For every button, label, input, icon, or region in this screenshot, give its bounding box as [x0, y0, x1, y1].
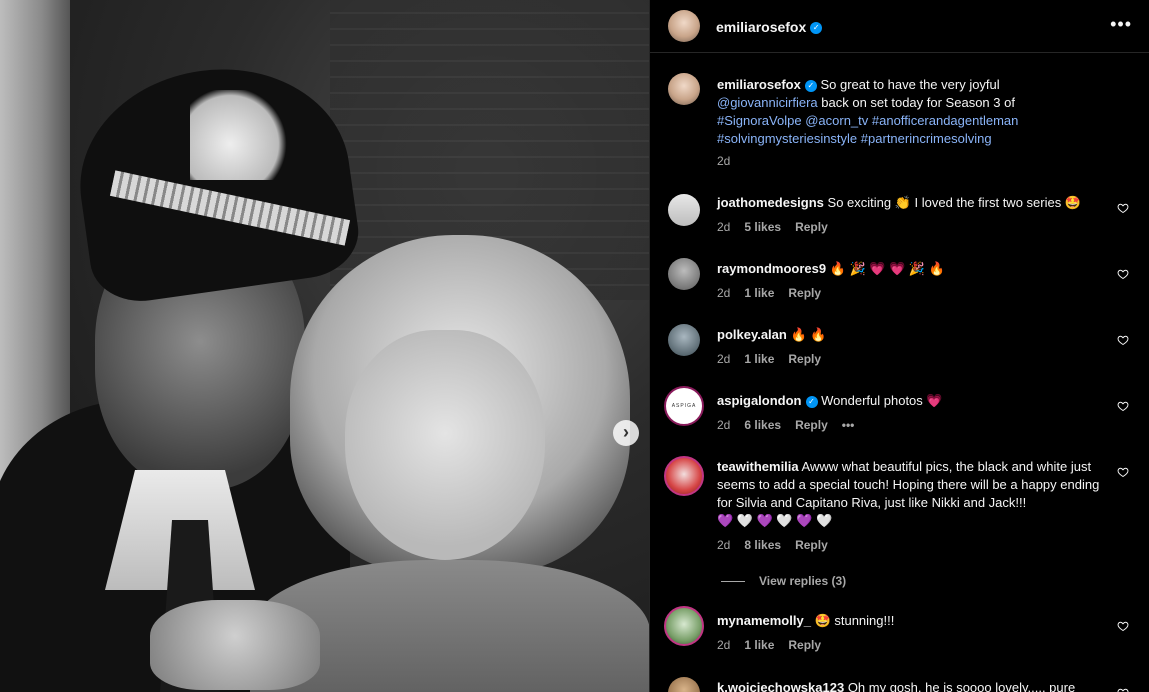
- heart-outline-icon[interactable]: [1117, 466, 1129, 478]
- comment-meta: 2d 6 likes Reply •••: [717, 418, 868, 432]
- caption-text: So great to have the very joyful: [820, 77, 1000, 92]
- heart-outline-icon[interactable]: [1117, 334, 1129, 346]
- comment-username[interactable]: aspigalondon: [717, 393, 802, 408]
- comment-username[interactable]: joathomedesigns: [717, 195, 824, 210]
- caption-text: back on set today for Season 3 of: [821, 95, 1015, 110]
- likes-count[interactable]: 1 like: [744, 638, 774, 652]
- post-header: emiliarosefox ✓ •••: [650, 0, 1149, 53]
- likes-count[interactable]: 1 like: [744, 352, 774, 366]
- comment-username[interactable]: teawithemilia: [717, 459, 799, 474]
- avatar[interactable]: [668, 677, 700, 692]
- comment-username[interactable]: polkey.alan: [717, 327, 787, 342]
- post-author[interactable]: emiliarosefox ✓: [716, 19, 823, 35]
- comment-text: Wonderful photos 💗: [821, 393, 943, 408]
- comment-username[interactable]: raymondmoores9: [717, 261, 826, 276]
- heart-outline-icon[interactable]: [1117, 620, 1129, 632]
- comment-meta: 2d 1 like Reply: [717, 352, 835, 366]
- likes-count[interactable]: 1 like: [744, 286, 774, 300]
- caption-meta: 2d: [717, 154, 744, 168]
- timestamp[interactable]: 2d: [717, 538, 730, 552]
- timestamp[interactable]: 2d: [717, 286, 730, 300]
- comment-body: joathomedesigns So exciting 👏 I loved th…: [717, 194, 1112, 212]
- caption-username[interactable]: emiliarosefox: [717, 77, 801, 92]
- comment-text: 💜 🤍 💜 🤍 💜 🤍: [717, 513, 833, 528]
- mention-link[interactable]: @giovannicirfiera: [717, 95, 818, 110]
- comment-username[interactable]: k.wojciechowska123: [717, 680, 844, 692]
- aspiga-logo: ASPIGA: [671, 403, 697, 409]
- post-author-username[interactable]: emiliarosefox: [716, 19, 806, 35]
- photo-cap-emblem: [190, 90, 290, 180]
- avatar[interactable]: [668, 10, 700, 42]
- comment-text: Oh my gosh, he is soooo lovely..... pure: [847, 680, 1076, 692]
- comment-text: 🔥 🎉 💗 💗 🎉 🔥: [829, 261, 945, 276]
- comment-body: mynamemolly_ 🤩 stunning!!!: [717, 612, 1112, 630]
- timestamp[interactable]: 2d: [717, 220, 730, 234]
- reply-button[interactable]: Reply: [795, 538, 828, 552]
- view-replies-label[interactable]: View replies (3): [759, 574, 846, 588]
- likes-count[interactable]: 6 likes: [744, 418, 781, 432]
- heart-outline-icon[interactable]: [1117, 202, 1129, 214]
- photo-woman-face: [345, 330, 545, 560]
- avatar[interactable]: ASPIGA: [664, 386, 704, 426]
- reply-button[interactable]: Reply: [788, 638, 821, 652]
- comment-options-icon[interactable]: •••: [842, 418, 855, 432]
- comment-meta: 2d 1 like Reply: [717, 286, 835, 300]
- comments-panel: emiliarosefox ✓ ••• emiliarosefox ✓ So gre…: [649, 0, 1149, 692]
- timestamp[interactable]: 2d: [717, 418, 730, 432]
- verified-badge-icon: ✓: [805, 395, 818, 408]
- verified-badge-icon: ✓: [810, 22, 823, 35]
- hashtag-link[interactable]: #SignoraVolpe: [717, 113, 802, 128]
- likes-count[interactable]: 5 likes: [744, 220, 781, 234]
- comment-text: 🤩 stunning!!!: [814, 613, 895, 628]
- avatar[interactable]: [668, 194, 700, 226]
- likes-count[interactable]: 8 likes: [744, 538, 781, 552]
- comment-meta: 2d 5 likes Reply: [717, 220, 842, 234]
- avatar[interactable]: [664, 606, 704, 646]
- comment-meta: 2d 1 like Reply: [717, 638, 835, 652]
- post-photo: ›: [0, 0, 649, 692]
- timestamp[interactable]: 2d: [717, 638, 730, 652]
- photo-hand: [150, 600, 320, 690]
- avatar[interactable]: [668, 73, 700, 105]
- comment-text: So exciting 👏 I loved the first two seri…: [827, 195, 1082, 210]
- comment-username[interactable]: mynamemolly_: [717, 613, 811, 628]
- heart-outline-icon[interactable]: [1117, 400, 1129, 412]
- timestamp[interactable]: 2d: [717, 352, 730, 366]
- view-replies-button[interactable]: View replies (3): [721, 574, 846, 588]
- hashtag-link[interactable]: #solvingmysteriesinstyle: [717, 131, 857, 146]
- comment-body: raymondmoores9 🔥 🎉 💗 💗 🎉 🔥: [717, 260, 1112, 278]
- verified-badge-icon: ✓: [804, 79, 817, 92]
- mention-link[interactable]: @acorn_tv: [805, 113, 868, 128]
- heart-outline-icon[interactable]: [1117, 687, 1129, 692]
- chevron-right-icon: ›: [623, 422, 629, 442]
- heart-outline-icon[interactable]: [1117, 268, 1129, 280]
- reply-button[interactable]: Reply: [795, 418, 828, 432]
- reply-button[interactable]: Reply: [788, 286, 821, 300]
- comment-body: polkey.alan 🔥 🔥: [717, 326, 1112, 344]
- hashtag-link[interactable]: #partnerincrimesolving: [861, 131, 992, 146]
- comment-meta: 2d 8 likes Reply: [717, 538, 842, 552]
- reply-button[interactable]: Reply: [795, 220, 828, 234]
- caption-body: emiliarosefox ✓ So great to have the very…: [717, 76, 1112, 148]
- view-replies-divider: [721, 581, 745, 583]
- comment-text: 🔥 🔥: [790, 327, 827, 342]
- avatar[interactable]: [668, 258, 700, 290]
- avatar[interactable]: [664, 456, 704, 496]
- reply-button[interactable]: Reply: [788, 352, 821, 366]
- comment-body: aspigalondon ✓ Wonderful photos 💗: [717, 392, 1112, 410]
- more-options-icon[interactable]: •••: [1110, 14, 1132, 35]
- comment-body: k.wojciechowska123 Oh my gosh, he is soo…: [717, 679, 1112, 692]
- hashtag-link[interactable]: #anofficerandagentleman: [872, 113, 1019, 128]
- timestamp[interactable]: 2d: [717, 154, 730, 168]
- comment-body: teawithemilia Awww what beautiful pics, …: [717, 458, 1112, 530]
- avatar[interactable]: [668, 324, 700, 356]
- next-photo-button[interactable]: ›: [613, 420, 639, 446]
